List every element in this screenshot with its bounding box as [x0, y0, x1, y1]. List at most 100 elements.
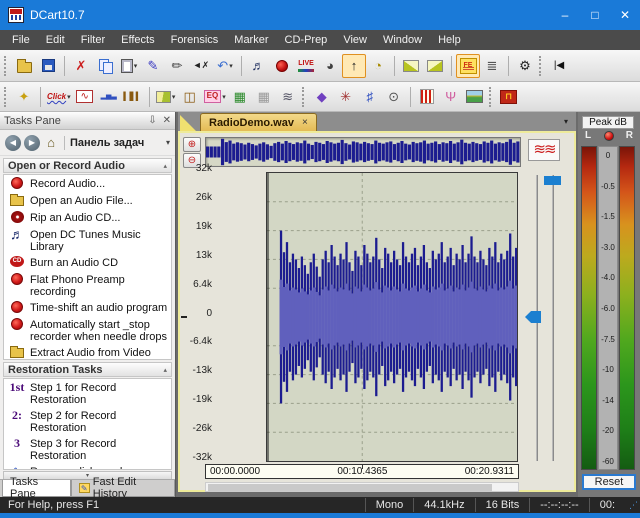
speaker-grid-button[interactable]: ▦ [228, 85, 252, 109]
menu-window[interactable]: Window [375, 30, 430, 50]
dropdown-icon[interactable]: ▾ [172, 93, 176, 101]
tab-close-icon[interactable]: × [302, 117, 308, 128]
tab-overflow-icon[interactable]: ▾ [564, 117, 568, 126]
skip-to-start-button[interactable]: |◀ [547, 54, 571, 78]
noise-filter-button[interactable]: ✳ [334, 85, 358, 109]
main-waveform[interactable] [266, 172, 518, 462]
presets-book-button[interactable]: ◫ [178, 85, 202, 109]
scrollbar-thumb[interactable] [208, 484, 492, 491]
timer-gauge-button[interactable]: ◔ [366, 54, 390, 78]
task-remove-clicks-and-pops[interactable]: ∿ Remove clicks and pops [4, 463, 171, 469]
fast-edit-button[interactable]: FE [456, 53, 480, 78]
image-disabled-button[interactable]: ▦ [252, 85, 276, 109]
click-filter-button[interactable]: Click ▾ [45, 85, 73, 109]
level-bars-button[interactable]: ▍▋▍ [121, 85, 145, 109]
menu-edit[interactable]: Edit [38, 30, 73, 50]
media-blender-button[interactable]: Ψ [439, 85, 463, 109]
fade-out-button[interactable] [423, 54, 447, 78]
undo-button[interactable]: ↶ ▾ [213, 54, 237, 78]
eq-filter-button[interactable]: EQ ▾ [202, 85, 228, 109]
save-button[interactable] [36, 54, 60, 78]
dropdown-icon[interactable]: ▾ [229, 62, 233, 70]
horizontal-scrollbar[interactable] [205, 482, 519, 492]
histogram-button[interactable]: ▂▅▃ [97, 85, 121, 109]
tab-fast-edit-history[interactable]: ✎ Fast Edit History [70, 476, 175, 500]
task-flat-phono-preamp-recording[interactable]: Flat Phono Preamp recording [4, 271, 171, 299]
menu-forensics[interactable]: Forensics [163, 30, 227, 50]
node-editor-button[interactable]: ♯ [358, 85, 382, 109]
menu-marker[interactable]: Marker [226, 30, 276, 50]
menu-view[interactable]: View [335, 30, 375, 50]
resize-grip[interactable]: ⋰ [625, 500, 640, 511]
task-step-3-for-record-restoration[interactable]: 3 Step 3 for Record Restoration [4, 435, 171, 463]
copy-button[interactable] [93, 54, 117, 78]
task-rip-an-audio-cd[interactable]: Rip an Audio CD... [4, 209, 171, 226]
fade-tool-button[interactable]: ▾ [154, 85, 178, 109]
settings-gear-button[interactable]: ⚙ [513, 54, 537, 78]
pencil-edit-button[interactable]: ✏ [165, 54, 189, 78]
spectrum-analyzer-button[interactable]: ∿ [73, 85, 97, 109]
monitor-speaker-button[interactable]: ⊙ [382, 85, 406, 109]
section-restoration-tasks[interactable]: Restoration Tasks ▴ [3, 362, 172, 377]
maximize-button[interactable]: □ [580, 0, 610, 30]
toolbar-grip[interactable] [301, 86, 306, 107]
wind-noise-button[interactable]: ≋ [276, 85, 300, 109]
mute-speaker-button[interactable]: ◄✗ [189, 54, 213, 78]
center-channel-button[interactable]: ≣ [480, 54, 504, 78]
dropdown-icon[interactable]: ▾ [134, 62, 138, 70]
paste-button[interactable]: ▾ [117, 54, 141, 78]
dynamics-diamond-button[interactable]: ◆ [310, 85, 334, 109]
toolbar-grip[interactable] [539, 55, 543, 76]
tasks-pane-dropdown[interactable]: Панель задач [70, 137, 144, 149]
delete-button[interactable]: ✗ [69, 54, 93, 78]
overview-waveform[interactable] [205, 137, 521, 167]
close-button[interactable]: ✕ [610, 0, 640, 30]
zoom-in-button[interactable]: ⊕ [183, 137, 201, 152]
close-pane-icon[interactable]: ✕ [163, 115, 171, 126]
menu-file[interactable]: File [4, 30, 38, 50]
nav-forward-button[interactable]: ▶ [24, 134, 40, 151]
marker-arrows-button[interactable]: ↑ [342, 53, 366, 78]
task-time-shift-an-audio-program[interactable]: Time-shift an audio program [4, 299, 171, 316]
menu-help[interactable]: Help [430, 30, 469, 50]
power-meter-button[interactable]: ◕ [318, 54, 342, 78]
home-icon[interactable]: ⌂ [43, 135, 59, 151]
task-open-an-audio-file[interactable]: Open an Audio File... [4, 192, 171, 209]
reset-button[interactable]: Reset [582, 474, 636, 490]
task-automatically-start-stop-recorder-when-n[interactable]: Automatically start _stop recorder when … [4, 316, 171, 344]
sparkle-tool-button[interactable]: ✦ [12, 85, 36, 109]
toolbar-grip[interactable] [4, 86, 8, 107]
picture-view-button[interactable] [463, 85, 487, 109]
open-file-button[interactable] [12, 54, 36, 78]
task-burn-an-audio-cd[interactable]: CD Burn an Audio CD [4, 254, 171, 271]
task-step-1-for-record-restoration[interactable]: 1st Step 1 for Record Restoration [4, 379, 171, 407]
zoom-slider-thumb[interactable] [544, 176, 561, 185]
menu-cd-prep[interactable]: CD-Prep [277, 30, 336, 50]
position-marker-thumb[interactable] [525, 311, 541, 323]
nav-back-button[interactable]: ◀ [5, 134, 21, 151]
task-extract-audio-from-video[interactable]: Extract Audio from Video [4, 344, 171, 359]
menu-effects[interactable]: Effects [113, 30, 162, 50]
minimize-button[interactable]: – [550, 0, 580, 30]
task-record-audio[interactable]: Record Audio... [4, 175, 171, 192]
tab-radiodemo[interactable]: RadioDemo.wav × [200, 113, 317, 131]
chevron-down-icon[interactable]: ▾ [166, 138, 170, 147]
task-step-2-for-record-restoration[interactable]: 2: Step 2 for Record Restoration [4, 407, 171, 435]
dc-tunes-button[interactable]: ♬ [246, 54, 270, 78]
zoom-slider-track[interactable] [552, 175, 554, 461]
marker-pen-button[interactable]: ✎ [141, 54, 165, 78]
impulse-filter-button[interactable] [415, 85, 439, 109]
signal-generator-button[interactable]: ⊓ [497, 85, 521, 109]
menu-filter[interactable]: Filter [73, 30, 113, 50]
toolbar-grip[interactable] [488, 86, 493, 107]
live-mode-button[interactable]: LIVE [294, 54, 318, 78]
pin-icon[interactable]: ⇩ [148, 115, 156, 126]
toolbar-grip[interactable] [4, 55, 8, 76]
collapse-icon[interactable]: ▴ [163, 162, 167, 170]
dropdown-icon[interactable]: ▾ [222, 93, 226, 101]
red-squiggle-button[interactable]: ≋≋ [528, 139, 560, 161]
task-open-dc-tunes-music-library[interactable]: ♬ Open DC Tunes Music Library [4, 226, 171, 254]
dropdown-icon[interactable]: ▾ [67, 93, 71, 101]
record-button[interactable] [270, 54, 294, 78]
fade-in-button[interactable] [399, 54, 423, 78]
